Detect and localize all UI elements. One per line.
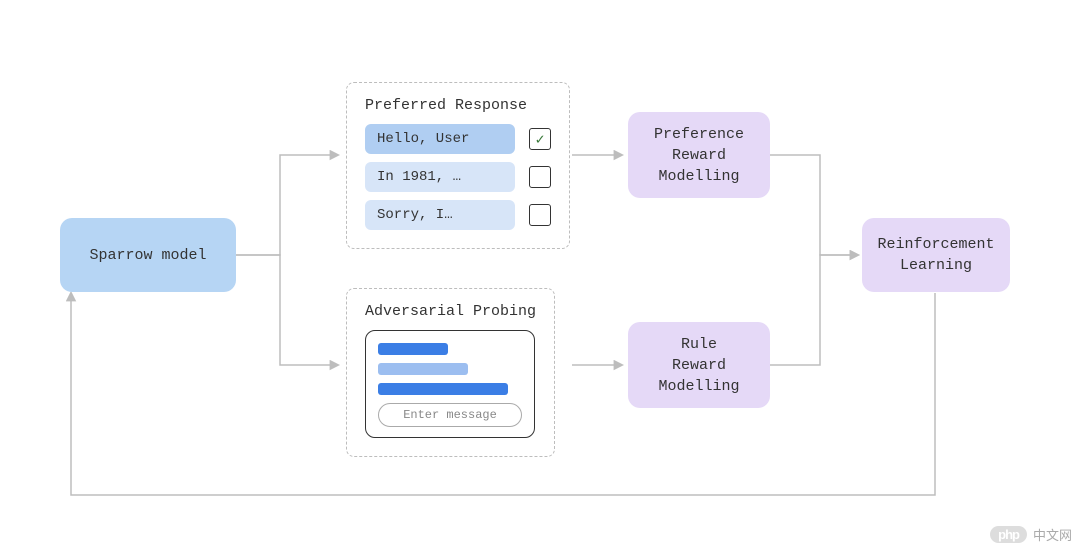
response-label: Sorry, I… (377, 207, 453, 223)
response-label: Hello, User (377, 131, 469, 147)
response-option: Hello, User ✓ (365, 124, 551, 154)
adversarial-probing-title: Adversarial Probing (365, 303, 536, 320)
watermark-text: 中文网 (1033, 525, 1072, 544)
response-label: In 1981, … (377, 169, 461, 185)
watermark: php 中文网 (990, 525, 1072, 544)
chat-message-bar (378, 383, 508, 395)
checkbox-empty (529, 204, 551, 226)
chat-mock: Enter message (365, 330, 535, 438)
node-reinforcement-learning: Reinforcement Learning (862, 218, 1010, 292)
chat-input-placeholder: Enter message (378, 403, 522, 427)
watermark-brand: php (990, 526, 1027, 543)
check-icon: ✓ (535, 130, 544, 149)
node-label: Reinforcement Learning (877, 234, 994, 276)
chat-message-bar (378, 363, 468, 375)
response-option: In 1981, … (365, 162, 551, 192)
response-pill: In 1981, … (365, 162, 515, 192)
node-sparrow-model: Sparrow model (60, 218, 236, 292)
checkbox-checked: ✓ (529, 128, 551, 150)
node-label: Rule Reward Modelling (658, 334, 739, 397)
node-preference-reward: Preference Reward Modelling (628, 112, 770, 198)
response-pill: Sorry, I… (365, 200, 515, 230)
preferred-response-title: Preferred Response (365, 97, 551, 114)
response-option: Sorry, I… (365, 200, 551, 230)
node-rule-reward: Rule Reward Modelling (628, 322, 770, 408)
response-pill: Hello, User (365, 124, 515, 154)
preferred-response-box: Preferred Response Hello, User ✓ In 1981… (346, 82, 570, 249)
checkbox-empty (529, 166, 551, 188)
chat-message-bar (378, 343, 448, 355)
node-label: Sparrow model (89, 245, 206, 266)
adversarial-probing-box: Adversarial Probing Enter message (346, 288, 555, 457)
node-label: Preference Reward Modelling (654, 124, 744, 187)
